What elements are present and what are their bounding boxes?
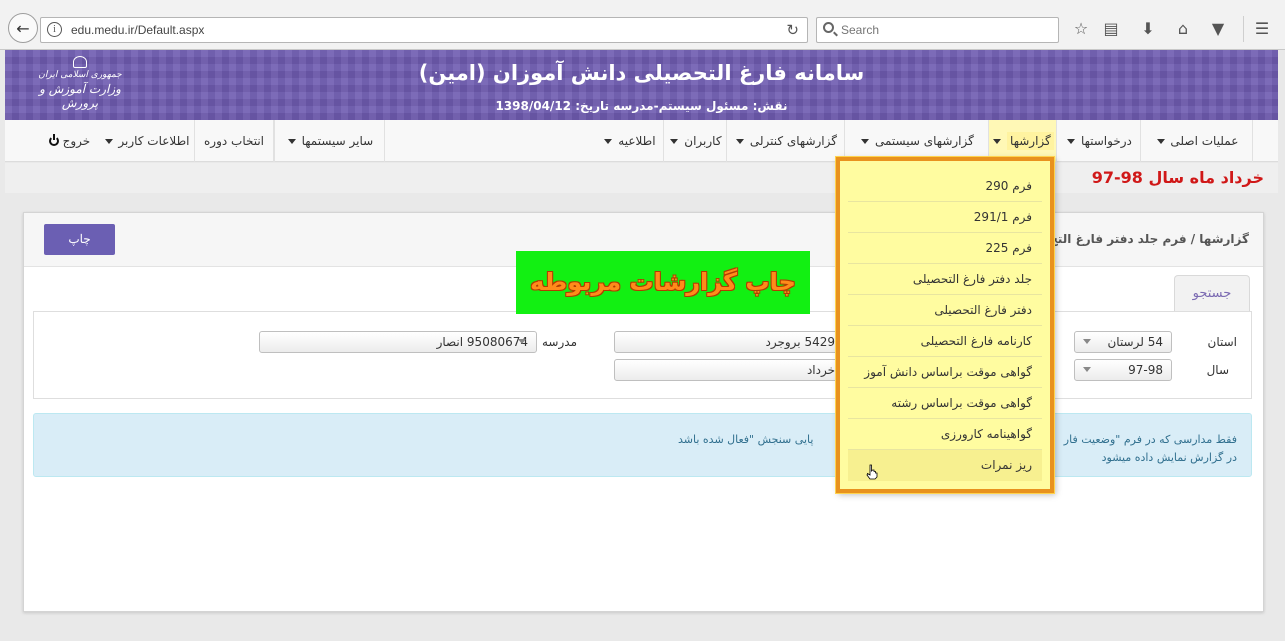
province-select[interactable]: 54 لرستان bbox=[1074, 331, 1172, 353]
info-line1-right: فقط مدارسی که در فرم "وضعیت فار bbox=[1063, 433, 1237, 446]
back-button[interactable]: ← bbox=[8, 13, 38, 43]
site-subtitle: نقش: مسئول سیستم-مدرسه تاریخ: 1398/04/12 bbox=[495, 99, 788, 113]
nav-logout[interactable]: خروج bbox=[39, 120, 98, 162]
url-text: edu.medu.ir/Default.aspx bbox=[71, 23, 205, 37]
year-label: سال bbox=[1206, 363, 1229, 377]
search-icon bbox=[823, 22, 834, 33]
info-icon[interactable]: i bbox=[47, 22, 62, 37]
caret-down-icon bbox=[104, 139, 113, 144]
reload-icon[interactable]: ↻ bbox=[786, 21, 799, 39]
nav-announcements[interactable]: اطلاعیه bbox=[595, 120, 664, 162]
back-arrow-icon: ← bbox=[16, 18, 30, 38]
city-value: 5429 بروجرد bbox=[765, 335, 836, 349]
nav-user-info[interactable]: اطلاعات کاربر bbox=[98, 120, 195, 162]
toolbar-separator bbox=[1243, 16, 1244, 42]
month-select[interactable]: خرداد bbox=[614, 359, 844, 381]
nav-label: گزارشها bbox=[1007, 132, 1054, 150]
hamburger-menu-icon[interactable]: ☰ bbox=[1252, 19, 1272, 39]
nav-label: عملیات اصلی bbox=[1170, 134, 1239, 148]
nav-label: اطلاعات کاربر bbox=[118, 134, 190, 148]
nav-system-reports[interactable]: گزارشهای سیستمی bbox=[845, 120, 989, 162]
annotation-banner: چاپ گزارشات مربوطه bbox=[516, 251, 810, 314]
dropdown-item-temp-cert-by-student[interactable]: گواهی موقت براساس دانش آموز bbox=[848, 357, 1042, 388]
power-icon bbox=[48, 134, 59, 146]
date-strip: خرداد ماه سال 98-97 bbox=[5, 163, 1278, 193]
caret-down-icon bbox=[287, 139, 296, 144]
dropdown-item-graduation-book[interactable]: دفتر فارغ التحصیلی bbox=[848, 295, 1042, 326]
nav-label: درخواستها bbox=[1080, 134, 1132, 148]
main-navbar: عملیات اصلی درخواستها گزارشها گزارشهای س… bbox=[5, 120, 1278, 162]
nav-label: اطلاعیه bbox=[618, 134, 656, 148]
browser-search-box[interactable] bbox=[816, 17, 1059, 43]
nav-label: خروج bbox=[62, 134, 91, 148]
search-form: استان 54 لرستان سال 97-98 5429 بروجرد خر… bbox=[33, 311, 1252, 399]
caret-down-icon bbox=[604, 139, 613, 144]
caret-down-icon bbox=[670, 139, 679, 144]
dropdown-item-internship-certificate[interactable]: گواهینامه کارورزی bbox=[848, 419, 1042, 450]
school-select[interactable]: 95080674 انصار bbox=[259, 331, 537, 353]
caret-down-icon bbox=[861, 139, 870, 144]
nav-control-reports[interactable]: گزارشهای کنترلی bbox=[727, 120, 845, 162]
nav-label: انتخاب دوره bbox=[203, 134, 265, 148]
info-alert: فقط مدارسی که در فرم "وضعیت فار پایی سنج… bbox=[33, 413, 1252, 477]
province-value: 54 لرستان bbox=[1107, 335, 1163, 349]
school-value: 95080674 انصار bbox=[436, 335, 528, 349]
dropdown-item-form-225[interactable]: فرم 225 bbox=[848, 233, 1042, 264]
year-select[interactable]: 97-98 bbox=[1074, 359, 1172, 381]
print-button[interactable]: چاپ bbox=[44, 224, 115, 255]
reports-dropdown: فرم 290 فرم 291/1 فرم 225 جلد دفتر فارغ … bbox=[836, 157, 1054, 493]
bookmark-star-icon[interactable]: ☆ bbox=[1071, 19, 1091, 39]
site-header: جمهوری اسلامی ایران وزارت آموزش و پرورش … bbox=[5, 50, 1278, 120]
pocket-icon[interactable]: ▼ bbox=[1208, 19, 1228, 39]
tab-search[interactable]: جستجو bbox=[1174, 275, 1250, 311]
nav-requests[interactable]: درخواستها bbox=[1057, 120, 1141, 162]
city-select[interactable]: 5429 بروجرد bbox=[614, 331, 844, 353]
download-icon[interactable]: ⬇ bbox=[1138, 19, 1158, 39]
nav-users[interactable]: کاربران bbox=[664, 120, 727, 162]
caret-down-icon bbox=[1156, 139, 1165, 144]
nav-label: کاربران bbox=[684, 134, 722, 148]
info-line2: در گزارش نمایش داده میشود bbox=[1101, 451, 1237, 464]
nav-label: گزارشهای سیستمی bbox=[874, 134, 974, 148]
dropdown-item-graduation-report-card[interactable]: کارنامه فارغ التحصیلی bbox=[848, 326, 1042, 357]
chevron-down-icon bbox=[1083, 339, 1091, 344]
chevron-down-icon bbox=[1083, 367, 1091, 372]
nav-other-systems[interactable]: سایر سیستمها bbox=[274, 120, 385, 162]
dropdown-item-form-290[interactable]: فرم 290 bbox=[848, 171, 1042, 202]
school-label: مدرسه bbox=[542, 335, 578, 349]
nav-select-period[interactable]: انتخاب دوره bbox=[195, 120, 274, 162]
nav-reports[interactable]: گزارشها bbox=[989, 120, 1057, 162]
nav-label: گزارشهای کنترلی bbox=[749, 134, 837, 148]
info-line1-left: پایی سنجش "فعال شده باشد bbox=[678, 433, 814, 446]
hand-cursor-icon bbox=[866, 464, 878, 480]
month-value: خرداد bbox=[806, 363, 835, 377]
address-bar[interactable]: i edu.medu.ir/Default.aspx ↻ bbox=[40, 17, 808, 43]
browser-search-input[interactable] bbox=[841, 20, 1051, 40]
caret-down-icon bbox=[1067, 139, 1076, 144]
chevron-down-icon bbox=[518, 339, 526, 344]
home-icon[interactable]: ⌂ bbox=[1173, 19, 1193, 39]
caret-down-icon bbox=[993, 139, 1002, 144]
nav-label: سایر سیستمها bbox=[301, 134, 374, 148]
nav-main-operations[interactable]: عملیات اصلی bbox=[1141, 120, 1253, 162]
year-value: 97-98 bbox=[1128, 363, 1163, 377]
site-title: سامانه فارغ التحصیلی دانش آموزان (امین) bbox=[418, 61, 865, 85]
reading-list-icon[interactable]: ▤ bbox=[1101, 19, 1121, 39]
browser-toolbar: ← i edu.medu.ir/Default.aspx ↻ ☆ ▤ ⬇ ⌂ ▼… bbox=[0, 0, 1285, 50]
province-label: استان bbox=[1207, 335, 1237, 349]
breadcrumb: گزارشها / فرم جلد دفتر فارغ التح bbox=[1049, 232, 1249, 246]
caret-down-icon bbox=[736, 139, 744, 144]
dropdown-item-graduation-book-cover[interactable]: جلد دفتر فارغ التحصیلی bbox=[848, 264, 1042, 295]
period-title: خرداد ماه سال 98-97 bbox=[1091, 168, 1264, 187]
dropdown-item-form-291-1[interactable]: فرم 291/1 bbox=[848, 202, 1042, 233]
dropdown-item-temp-cert-by-field[interactable]: گواهی موقت براساس رشته bbox=[848, 388, 1042, 419]
